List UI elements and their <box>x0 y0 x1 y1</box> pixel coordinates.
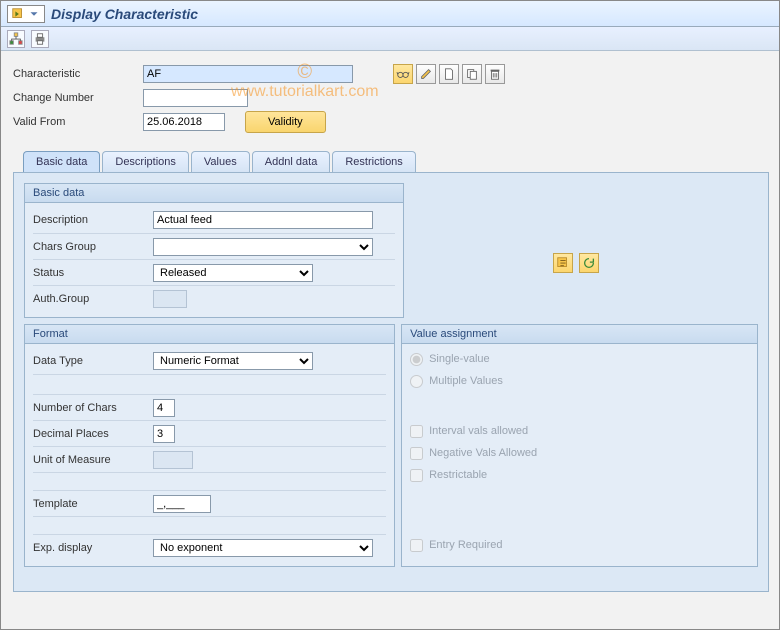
format-title: Format <box>25 325 394 344</box>
valid-from-row: Valid From Validity <box>13 111 769 133</box>
refresh-icon <box>582 256 596 270</box>
titlebar: Display Characteristic <box>1 1 779 27</box>
tab-panel: Basic data Description Chars Group Statu… <box>13 172 769 592</box>
entry-required-checkbox-input[interactable] <box>410 539 423 552</box>
value-assignment-title: Value assignment <box>402 325 757 344</box>
toolbar <box>1 27 779 51</box>
basic-data-title: Basic data <box>25 184 403 203</box>
print-icon-button[interactable] <box>31 30 49 48</box>
value-assignment-box: Value assignment Single-value Multiple V… <box>401 324 758 567</box>
structure-icon-button[interactable] <box>7 30 25 48</box>
data-type-select[interactable]: Numeric Format <box>153 352 313 370</box>
status-select[interactable]: Released <box>153 264 313 282</box>
delete-button[interactable] <box>485 64 505 84</box>
copy-button[interactable] <box>462 64 482 84</box>
page-title: Display Characteristic <box>51 6 198 22</box>
tab-restrictions[interactable]: Restrictions <box>332 151 415 172</box>
template-input[interactable] <box>153 495 211 513</box>
document-icon <box>442 67 456 81</box>
hierarchy-icon <box>9 32 23 46</box>
basic-data-box: Basic data Description Chars Group Statu… <box>24 183 404 318</box>
valid-from-label: Valid From <box>13 116 143 128</box>
format-box: Format Data Type Numeric Format Number o… <box>24 324 395 567</box>
dropdown-icon <box>27 7 41 21</box>
detail-icon <box>556 256 570 270</box>
interval-checkbox[interactable]: Interval vals allowed <box>410 420 749 442</box>
template-label: Template <box>33 498 153 510</box>
side-icons <box>553 253 599 273</box>
single-value-label: Single-value <box>429 353 490 365</box>
entry-required-checkbox[interactable]: Entry Required <box>410 534 749 556</box>
create-button[interactable] <box>439 64 459 84</box>
chars-group-label: Chars Group <box>33 241 153 253</box>
interval-checkbox-input[interactable] <box>410 425 423 438</box>
data-type-label: Data Type <box>33 355 153 367</box>
copy-icon <box>465 67 479 81</box>
auth-group-input[interactable] <box>153 290 187 308</box>
valid-from-input[interactable] <box>143 113 225 131</box>
multiple-values-label: Multiple Values <box>429 375 503 387</box>
negative-checkbox[interactable]: Negative Vals Allowed <box>410 442 749 464</box>
print-icon <box>33 32 47 46</box>
validity-button[interactable]: Validity <box>245 111 326 133</box>
negative-checkbox-input[interactable] <box>410 447 423 460</box>
lower-columns: Format Data Type Numeric Format Number o… <box>24 324 758 573</box>
tab-values[interactable]: Values <box>191 151 250 172</box>
glasses-icon <box>396 67 410 81</box>
status-label: Status <box>33 267 153 279</box>
title-icon-group[interactable] <box>7 5 45 23</box>
characteristic-input[interactable] <box>143 65 353 83</box>
exp-select[interactable]: No exponent <box>153 539 373 557</box>
pencil-icon <box>419 67 433 81</box>
change-button[interactable] <box>416 64 436 84</box>
change-number-input[interactable] <box>143 89 248 107</box>
decimal-label: Decimal Places <box>33 428 153 440</box>
description-input[interactable] <box>153 211 373 229</box>
tabstrip: Basic data Descriptions Values Addnl dat… <box>13 151 769 172</box>
uom-label: Unit of Measure <box>33 454 153 466</box>
restrictable-checkbox[interactable]: Restrictable <box>410 464 749 486</box>
single-value-radio[interactable]: Single-value <box>410 348 749 370</box>
tab-basic-data[interactable]: Basic data <box>23 151 100 172</box>
characteristic-row: Characteristic <box>13 63 769 85</box>
uom-input[interactable] <box>153 451 193 469</box>
detail-button[interactable] <box>553 253 573 273</box>
change-number-row: Change Number <box>13 87 769 109</box>
num-chars-label: Number of Chars <box>33 402 153 414</box>
multiple-values-radio[interactable]: Multiple Values <box>410 370 749 392</box>
execute-icon <box>11 7 25 21</box>
change-number-label: Change Number <box>13 92 143 104</box>
description-label: Description <box>33 214 153 226</box>
refresh-button[interactable] <box>579 253 599 273</box>
restrictable-checkbox-input[interactable] <box>410 469 423 482</box>
num-chars-input[interactable] <box>153 399 175 417</box>
content-area: Characteristic Change Number Valid From … <box>1 51 779 602</box>
chars-group-select[interactable] <box>153 238 373 256</box>
auth-group-label: Auth.Group <box>33 293 153 305</box>
tab-descriptions[interactable]: Descriptions <box>102 151 189 172</box>
tab-addnl-data[interactable]: Addnl data <box>252 151 331 172</box>
negative-label: Negative Vals Allowed <box>429 447 537 459</box>
decimal-input[interactable] <box>153 425 175 443</box>
display-button[interactable] <box>393 64 413 84</box>
header-icon-row <box>393 64 505 84</box>
trash-icon <box>488 67 502 81</box>
characteristic-label: Characteristic <box>13 68 143 80</box>
restrictable-label: Restrictable <box>429 469 487 481</box>
single-value-radio-input[interactable] <box>410 353 423 366</box>
multiple-values-radio-input[interactable] <box>410 375 423 388</box>
exp-label: Exp. display <box>33 542 153 554</box>
entry-required-label: Entry Required <box>429 539 502 551</box>
interval-label: Interval vals allowed <box>429 425 528 437</box>
